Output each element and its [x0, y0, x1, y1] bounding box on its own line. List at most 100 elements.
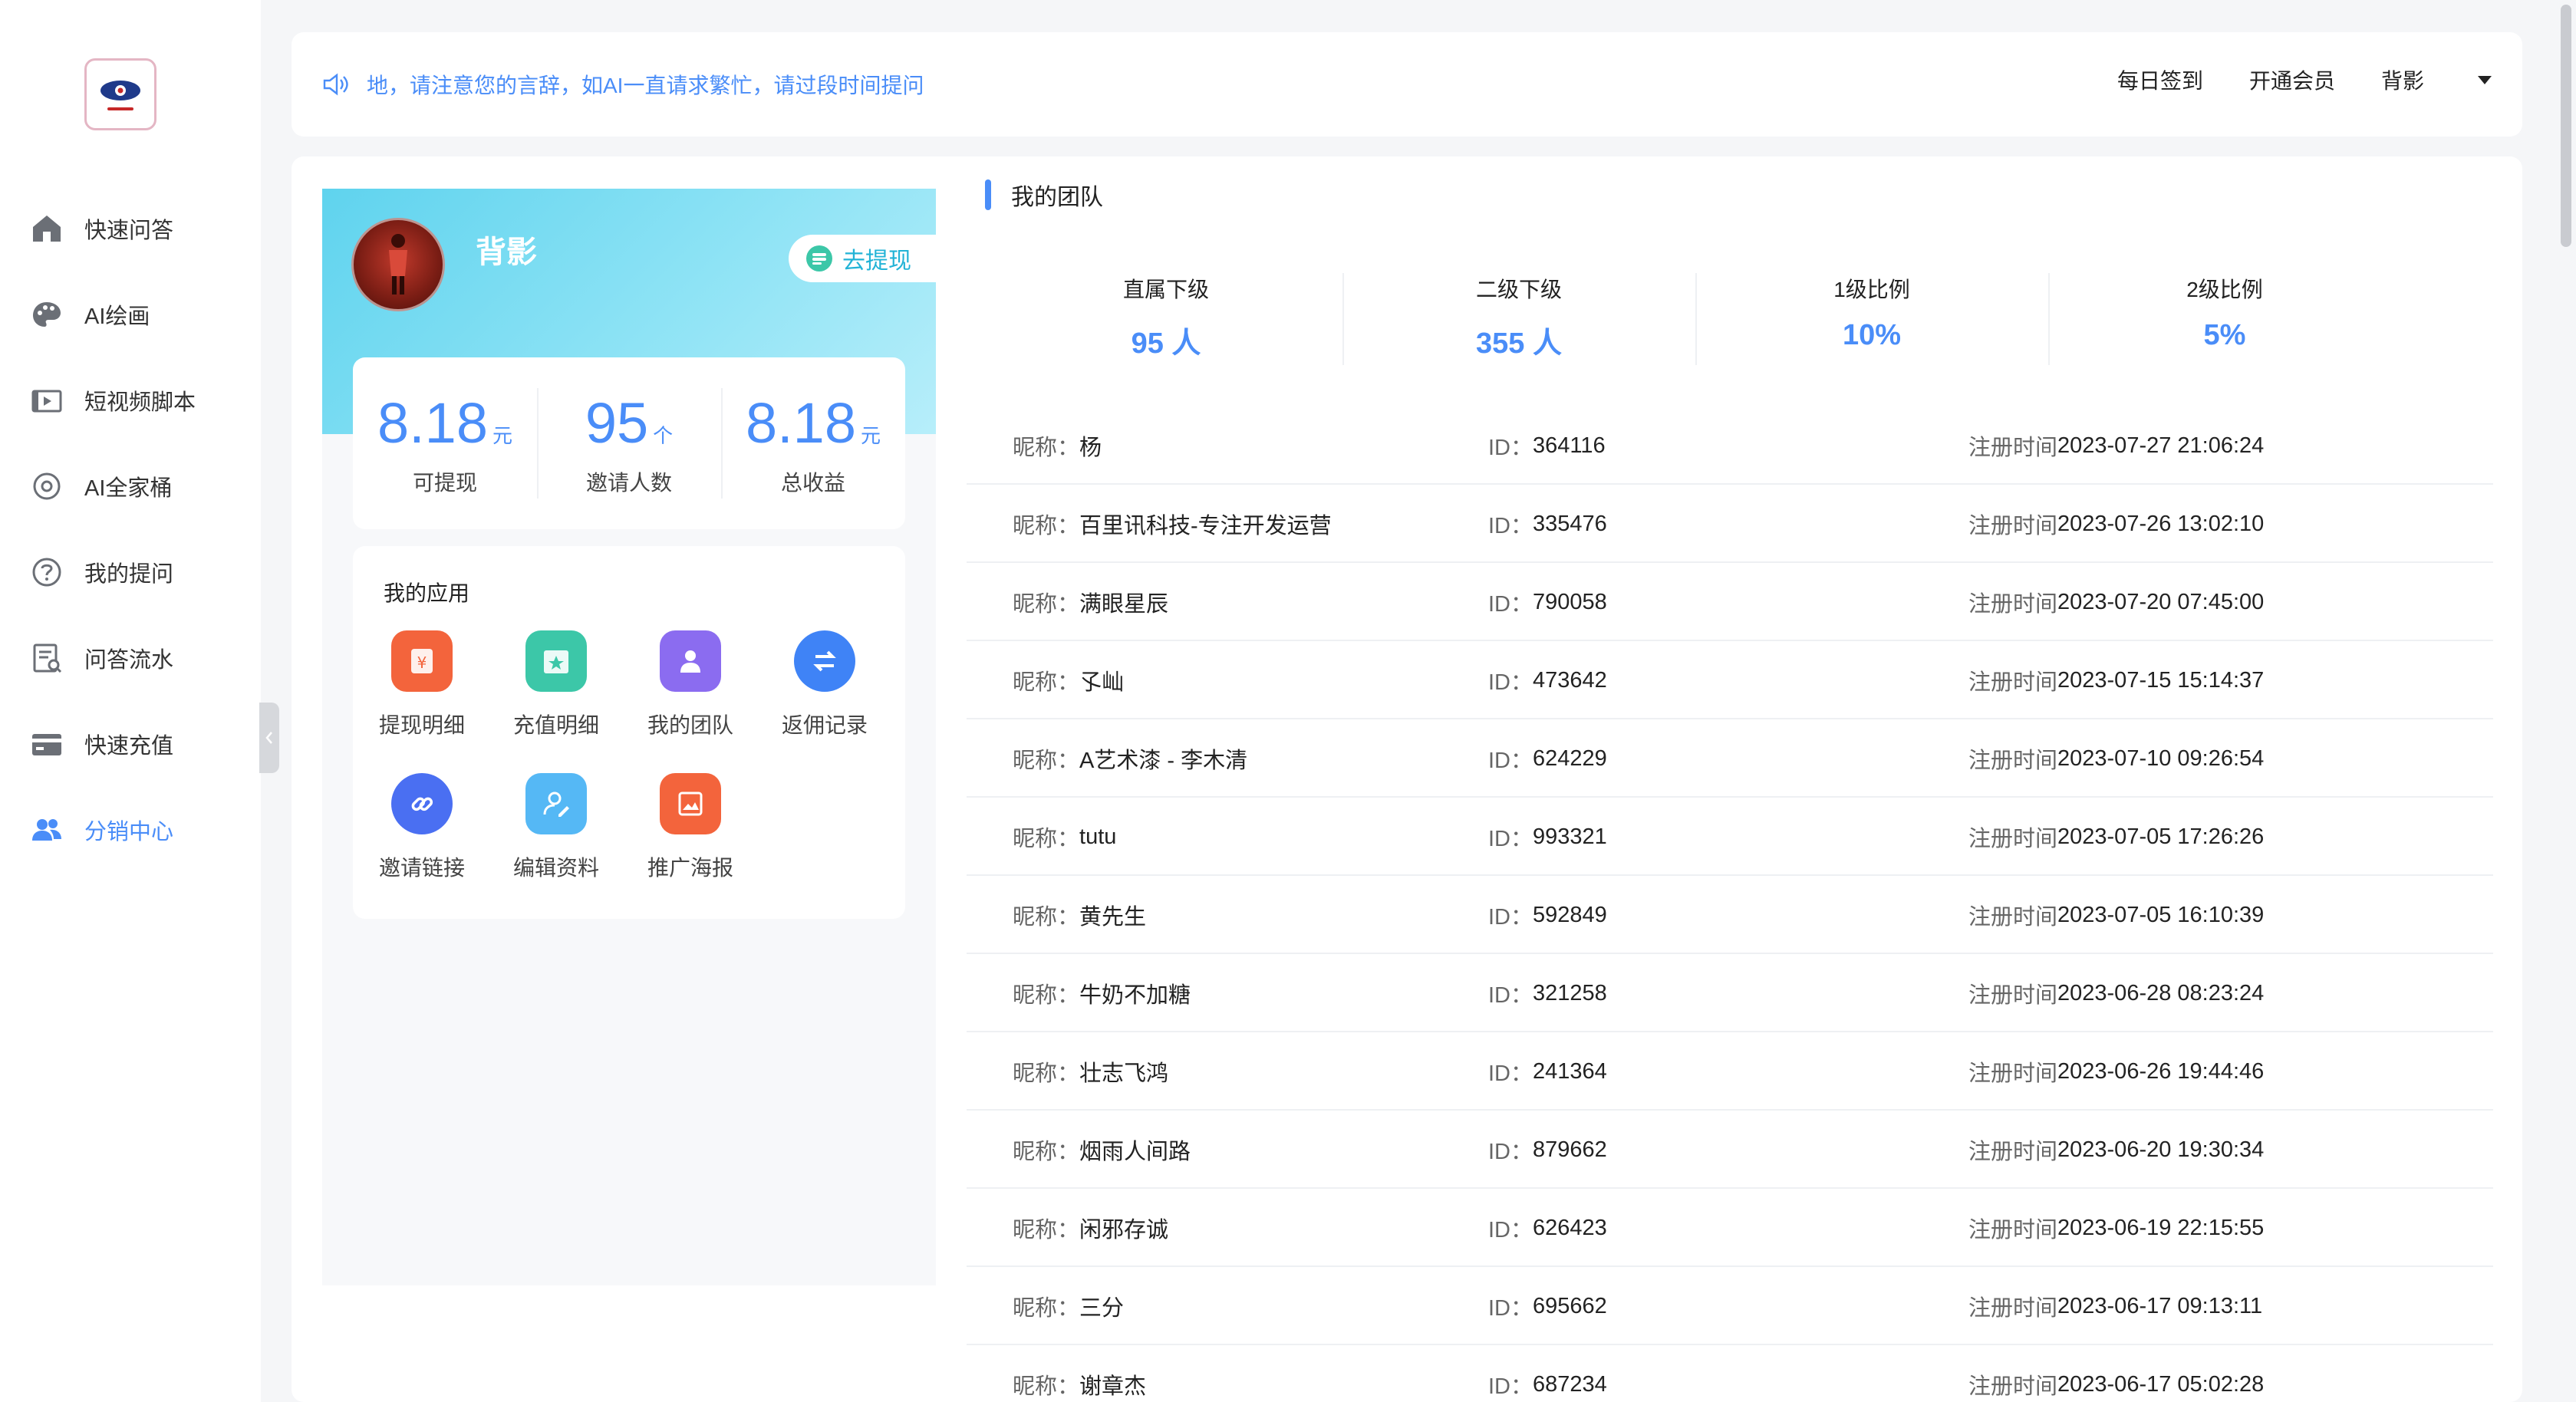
member-id: 695662: [1533, 1293, 1607, 1318]
app-item-label: 提现明细: [378, 713, 465, 737]
team-stat-direct: 直属下级 95 人: [990, 273, 1342, 365]
stat-value: 95: [585, 390, 649, 455]
app-logo[interactable]: [84, 58, 156, 130]
app-item[interactable]: 编辑资料: [502, 773, 610, 882]
team-member-row: 昵称： A艺术漆 - 李木清 ID： 624229 注册时间 2023-07-10 09:…: [967, 719, 2493, 798]
question-icon: [29, 555, 64, 590]
app-item[interactable]: 邀请链接: [368, 773, 476, 882]
avatar[interactable]: [351, 218, 445, 311]
reg-time-key: 注册时间: [1968, 1061, 2058, 1086]
member-reg-time: 2023-06-17 09:13:11: [2057, 1293, 2263, 1318]
team-member-row: 昵称： 三分 ID： 695662 注册时间 2023-06-17 09:13:11: [967, 1267, 2493, 1345]
nickname-key: 昵称：: [1013, 1140, 1080, 1164]
team-stat-label: 2级比例: [2186, 278, 2263, 301]
member-id: 364116: [1533, 433, 1606, 458]
nickname-key: 昵称：: [1013, 514, 1080, 538]
app-item[interactable]: ¥ 提现明细: [368, 630, 476, 739]
sidebar-item[interactable]: 快速问答: [29, 206, 252, 252]
sidebar-item[interactable]: AI绘画: [29, 291, 252, 337]
team-section-title: 我的团队: [985, 178, 1103, 212]
team-stat-label: 二级下级: [1475, 278, 1562, 301]
id-key: ID：: [1488, 670, 1533, 695]
reg-time-key: 注册时间: [1968, 749, 2058, 773]
poster-icon: [660, 773, 721, 834]
stat-label: 邀请人数: [585, 470, 672, 495]
team-stat-level2-ratio: 2级比例 5%: [2048, 273, 2401, 365]
app-item-label: 充值明细: [512, 713, 599, 737]
id-key: ID：: [1488, 827, 1533, 851]
sidebar-item[interactable]: AI全家桶: [29, 463, 252, 509]
page-scrollbar[interactable]: [2561, 5, 2571, 247]
member-id: 626423: [1533, 1215, 1607, 1240]
app-item[interactable]: 我的团队: [637, 630, 744, 739]
sidebar-item[interactable]: 问答流水: [29, 635, 252, 681]
sidebar-item-label: 快速问答: [84, 219, 174, 243]
profile-username: 背影: [476, 235, 537, 269]
user-menu-name: 背影: [2380, 69, 2424, 93]
reg-time-key: 注册时间: [1968, 827, 2058, 851]
nickname-key: 昵称：: [1013, 1061, 1080, 1086]
yuan-icon: ¥: [391, 630, 453, 692]
id-key: ID：: [1488, 592, 1533, 617]
sidebar-item[interactable]: 短视频脚本: [29, 377, 252, 423]
stat-invites[interactable]: 95 个 邀请人数: [537, 357, 721, 529]
member-reg-time: 2023-07-05 16:10:39: [2057, 902, 2265, 927]
apps-title: 我的应用: [384, 581, 470, 605]
distribution-profile-panel: 背影 去提现 8.18 元 可提现 95 个 邀请人数 8.18 元 总收益 我的应用…: [322, 189, 942, 1285]
nickname-key: 昵称：: [1013, 436, 1080, 460]
stat-withdrawable[interactable]: 8.18 元 可提现: [353, 357, 537, 529]
team-stat-value: 355 人: [1476, 327, 1562, 360]
team-stat-level1-ratio: 1级比例 10%: [1695, 273, 2048, 365]
reg-time-key: 注册时间: [1968, 514, 2058, 538]
id-key: ID：: [1488, 983, 1533, 1008]
edit-profile-icon: [525, 773, 587, 834]
nickname-key: 昵称：: [1013, 1296, 1080, 1321]
sidebar-item[interactable]: 快速充值: [29, 721, 252, 767]
wallet-icon: [806, 245, 832, 272]
sidebar-item-label: 快速充值: [84, 734, 174, 759]
svg-text:¥: ¥: [417, 653, 427, 672]
home-icon: [29, 211, 64, 246]
daily-checkin-link[interactable]: 每日签到: [2117, 64, 2203, 95]
membership-link[interactable]: 开通会员: [2249, 64, 2335, 95]
member-reg-time: 2023-06-19 22:15:55: [2057, 1215, 2265, 1240]
app-item[interactable]: 充值明细: [502, 630, 610, 739]
team-stat-label: 1级比例: [1833, 278, 1910, 301]
stat-total-earnings[interactable]: 8.18 元 总收益: [721, 357, 905, 529]
team-member-row: 昵称： 百里讯科技-专注开发运营 ID： 335476 注册时间 2023-07-26 1…: [967, 485, 2493, 563]
member-id: 473642: [1533, 667, 1607, 693]
card-icon: [29, 726, 64, 762]
sidebar-item[interactable]: 分销中心: [29, 807, 252, 853]
app-item[interactable]: 返佣记录: [771, 630, 878, 739]
team-member-row: 昵称： 烟雨人间路 ID： 879662 注册时间 2023-06-20 19:30:34: [967, 1111, 2493, 1189]
notice-text: 地，请注意您的言辞，如AI一直请求繁忙，请过段时间提问: [367, 74, 924, 97]
member-id: 790058: [1533, 589, 1607, 614]
withdraw-button-label: 去提现: [842, 248, 911, 274]
reg-time-key: 注册时间: [1968, 1218, 2058, 1242]
user-menu[interactable]: 背影: [2381, 64, 2492, 95]
nickname-key: 昵称：: [1013, 1218, 1080, 1242]
sidebar-collapse-handle[interactable]: [259, 703, 279, 773]
sidebar-item[interactable]: 我的提问: [29, 549, 252, 595]
member-reg-time: 2023-06-28 08:23:24: [2057, 980, 2265, 1005]
id-key: ID：: [1488, 905, 1533, 930]
team-member-row: 昵称： 壮志飞鸿 ID： 241364 注册时间 2023-06-26 19:44:46: [967, 1032, 2493, 1111]
stat-label: 可提现: [412, 470, 477, 495]
reg-time-key: 注册时间: [1968, 592, 2058, 617]
exchange-icon: [794, 630, 855, 692]
member-nickname: 满眼星辰: [1079, 592, 1169, 617]
team-stat-secondary: 二级下级 355 人: [1342, 273, 1695, 365]
bucket-icon: [29, 469, 64, 504]
app-item[interactable]: 推广海报: [637, 773, 744, 882]
title-accent-bar: [985, 179, 991, 210]
stat-value: 8.18: [745, 390, 856, 455]
nickname-key: 昵称：: [1013, 592, 1080, 617]
member-nickname: 黄先生: [1079, 905, 1147, 930]
history-icon: [29, 640, 64, 676]
reg-time-key: 注册时间: [1968, 1374, 2058, 1399]
member-nickname: 百里讯科技-专注开发运营: [1079, 514, 1332, 538]
member-nickname: 孓屾: [1079, 670, 1125, 695]
team-member-row: 昵称： tutu ID： 993321 注册时间 2023-07-05 17:26:26: [967, 798, 2493, 876]
video-icon: [29, 383, 64, 418]
withdraw-button[interactable]: 去提现: [789, 235, 942, 282]
